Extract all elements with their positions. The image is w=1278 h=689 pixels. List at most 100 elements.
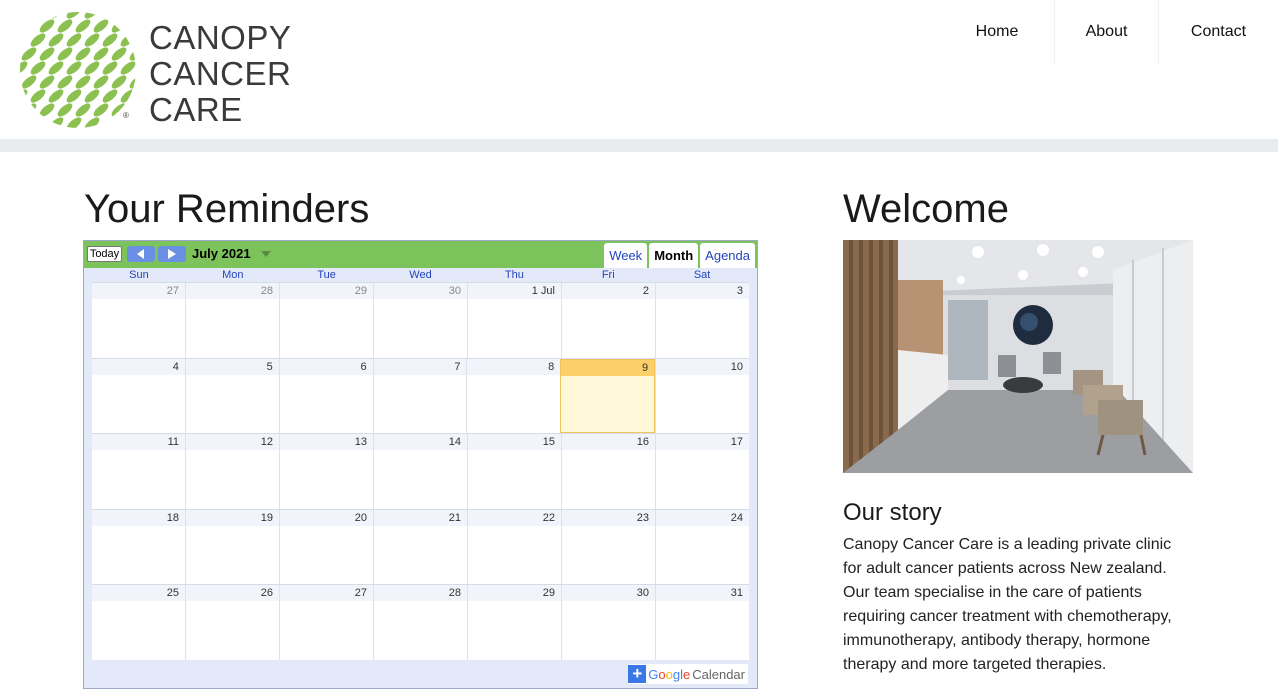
calendar-day-cell[interactable]: 24 bbox=[655, 510, 749, 584]
day-number: 1 Jul bbox=[468, 283, 561, 299]
chevron-down-icon[interactable] bbox=[261, 251, 271, 257]
day-number: 8 bbox=[467, 359, 561, 375]
google-calendar-embed: Today July 2021 Week Month Agenda Sun Mo… bbox=[83, 240, 758, 689]
leaf-shape bbox=[92, 129, 111, 132]
calendar-day-cell[interactable]: 8 bbox=[466, 359, 561, 433]
day-number: 27 bbox=[92, 283, 185, 299]
calendar-day-cell[interactable]: 16 bbox=[561, 434, 655, 509]
calendar-day-cell[interactable]: 18 bbox=[92, 510, 185, 584]
day-number: 19 bbox=[186, 510, 279, 526]
weekday-label: Fri bbox=[601, 269, 615, 281]
header-divider bbox=[0, 139, 1278, 152]
site-header: ® CANOPY CANCER CARE Home About Contact bbox=[0, 0, 1278, 139]
calendar-day-cell[interactable]: 17 bbox=[655, 434, 749, 509]
tab-agenda[interactable]: Agenda bbox=[700, 243, 755, 268]
calendar-day-cell[interactable]: 1 Jul bbox=[467, 283, 561, 358]
calendar-day-cell[interactable]: 2 bbox=[561, 283, 655, 358]
reminders-title: Your Reminders bbox=[84, 187, 370, 231]
calendar-day-cell[interactable]: 28 bbox=[373, 585, 467, 660]
calendar-day-cell[interactable]: 4 bbox=[92, 359, 185, 433]
weekday-label: Sat bbox=[693, 269, 711, 281]
calendar-day-cell[interactable]: 30 bbox=[373, 283, 467, 358]
calendar-day-cell[interactable]: 6 bbox=[278, 359, 373, 433]
google-calendar-badge[interactable]: + Google Calendar bbox=[628, 664, 748, 684]
calendar-week-row: 11 12 13 14 15 16 17 bbox=[92, 433, 749, 509]
calendar-day-cell[interactable]: 27 bbox=[92, 283, 185, 358]
logo-line: CANCER bbox=[149, 55, 292, 92]
leaf-shape bbox=[137, 8, 140, 21]
calendar-day-cell[interactable]: 22 bbox=[467, 510, 561, 584]
day-number: 22 bbox=[468, 510, 561, 526]
canopy-leaf-globe-icon bbox=[16, 8, 140, 132]
calendar-day-cell[interactable]: 23 bbox=[561, 510, 655, 584]
calendar-day-today[interactable]: 9 bbox=[560, 359, 656, 433]
calendar-day-cell[interactable]: 10 bbox=[655, 359, 750, 433]
calendar-day-cell[interactable]: 21 bbox=[373, 510, 467, 584]
leaf-shape bbox=[128, 129, 140, 132]
main-nav: Home About Contact bbox=[950, 0, 1278, 64]
leaf-shape bbox=[129, 103, 136, 117]
calendar-wordmark: Calendar bbox=[692, 666, 745, 682]
calendar-day-cell[interactable]: 26 bbox=[185, 585, 279, 660]
clinic-photo bbox=[843, 240, 1193, 473]
calendar-day-cell[interactable]: 15 bbox=[467, 434, 561, 509]
day-number: 7 bbox=[373, 359, 467, 375]
leaf-shape bbox=[129, 19, 136, 33]
day-number: 23 bbox=[562, 510, 655, 526]
nav-contact-link[interactable]: Contact bbox=[1158, 0, 1278, 64]
day-number: 15 bbox=[468, 434, 561, 450]
calendar-day-cell[interactable]: 20 bbox=[279, 510, 373, 584]
day-number: 9 bbox=[561, 360, 655, 376]
leaf-shape bbox=[16, 129, 20, 132]
day-number: 30 bbox=[562, 585, 655, 601]
day-number: 20 bbox=[280, 510, 373, 526]
weekday-label: Mon bbox=[222, 269, 244, 281]
calendar-day-cell[interactable]: 29 bbox=[279, 283, 373, 358]
next-month-button[interactable] bbox=[158, 246, 186, 262]
calendar-day-cell[interactable]: 7 bbox=[372, 359, 467, 433]
nav-home-link[interactable]: Home bbox=[950, 0, 1054, 64]
logo-line: CANOPY bbox=[149, 19, 292, 56]
day-number: 18 bbox=[92, 510, 185, 526]
day-number: 12 bbox=[186, 434, 279, 450]
calendar-day-cell[interactable]: 11 bbox=[92, 434, 185, 509]
weekday-label: Thu bbox=[504, 269, 524, 281]
nav-about-link[interactable]: About bbox=[1054, 0, 1158, 64]
day-number: 14 bbox=[374, 434, 467, 450]
leaf-shape bbox=[30, 12, 46, 19]
calendar-day-cell[interactable]: 5 bbox=[184, 359, 279, 433]
day-number: 4 bbox=[92, 359, 185, 375]
calendar-day-cell[interactable]: 25 bbox=[92, 585, 185, 660]
calendar-day-cell[interactable]: 28 bbox=[185, 283, 279, 358]
calendar-day-cell[interactable]: 14 bbox=[373, 434, 467, 509]
plus-icon: + bbox=[628, 665, 647, 683]
day-number: 17 bbox=[656, 434, 749, 450]
leaf-shape bbox=[137, 115, 140, 132]
calendar-day-cell[interactable]: 12 bbox=[185, 434, 279, 509]
calendar-day-cell[interactable]: 30 bbox=[561, 585, 655, 660]
calendar-day-cell[interactable]: 27 bbox=[279, 585, 373, 660]
calendar-day-cell[interactable]: 19 bbox=[185, 510, 279, 584]
registered-mark: ® bbox=[123, 111, 129, 120]
calendar-week-row: 25 26 27 28 29 30 31 bbox=[92, 584, 749, 660]
today-button[interactable]: Today bbox=[87, 246, 122, 262]
previous-month-button[interactable] bbox=[127, 246, 155, 262]
calendar-toolbar: Today July 2021 Week Month Agenda bbox=[84, 241, 757, 268]
leaf-shape bbox=[20, 12, 28, 19]
calendar-day-cell[interactable]: 29 bbox=[467, 585, 561, 660]
day-number: 31 bbox=[656, 585, 749, 601]
tab-week[interactable]: Week bbox=[604, 243, 648, 268]
day-number: 10 bbox=[656, 359, 750, 375]
tab-month[interactable]: Month bbox=[649, 243, 699, 268]
calendar-day-cell[interactable]: 13 bbox=[279, 434, 373, 509]
google-wordmark: Google bbox=[648, 666, 691, 682]
leaf-shape bbox=[56, 129, 75, 132]
leaf-shape bbox=[20, 129, 39, 132]
month-label[interactable]: July 2021 bbox=[192, 246, 251, 261]
calendar-day-cell[interactable]: 3 bbox=[655, 283, 749, 358]
weekday-label: Wed bbox=[409, 269, 432, 281]
arrow-left-icon bbox=[137, 249, 144, 259]
day-number: 30 bbox=[374, 283, 467, 299]
calendar-day-cell[interactable]: 31 bbox=[655, 585, 749, 660]
canopy-logo[interactable]: ® CANOPY CANCER CARE bbox=[16, 8, 316, 132]
